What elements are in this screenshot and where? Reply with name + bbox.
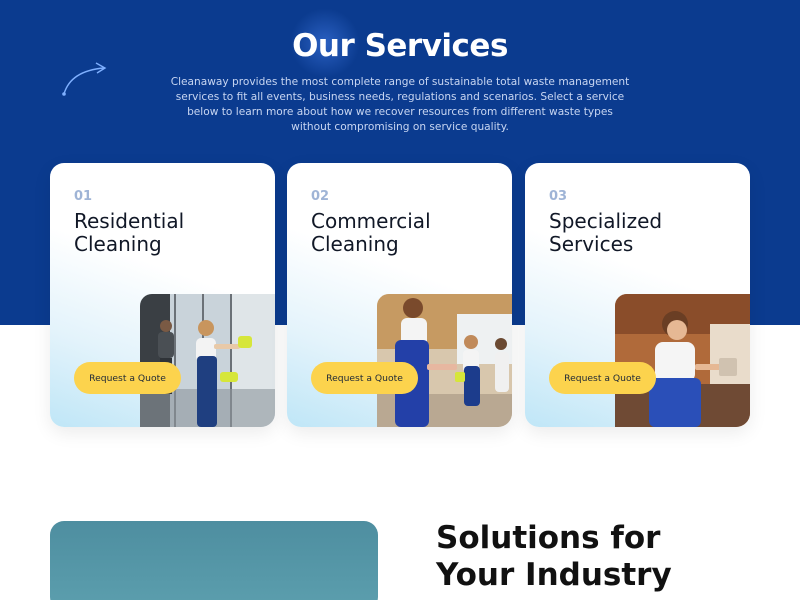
solutions-heading: Solutions for Your Industry [436, 520, 672, 593]
residential-cleaning-photo [140, 294, 275, 427]
services-intro: Cleanaway provides the most complete ran… [170, 76, 630, 133]
card-number: 02 [311, 189, 330, 204]
commercial-cleaning-photo [377, 294, 512, 427]
service-card-residential[interactable]: 01 Residential Cleaning Request a Quote [50, 163, 275, 427]
request-quote-button[interactable]: Request a Quote [74, 362, 181, 394]
card-number: 01 [74, 189, 93, 204]
service-card-commercial[interactable]: 02 Commercial Cleaning Request a Quote [287, 163, 512, 427]
page-title: Our Services [292, 28, 508, 64]
card-title: Commercial Cleaning [311, 209, 431, 256]
service-card-specialized[interactable]: 03 Specialized Services Request a Quote [525, 163, 750, 427]
card-title: Residential Cleaning [74, 209, 185, 256]
card-number: 03 [549, 189, 568, 204]
card-title: Specialized Services [549, 209, 663, 256]
solutions-image [50, 521, 378, 600]
curved-arrow-icon [62, 62, 107, 96]
request-quote-button[interactable]: Request a Quote [311, 362, 418, 394]
request-quote-button[interactable]: Request a Quote [549, 362, 656, 394]
specialized-services-photo [615, 294, 750, 427]
